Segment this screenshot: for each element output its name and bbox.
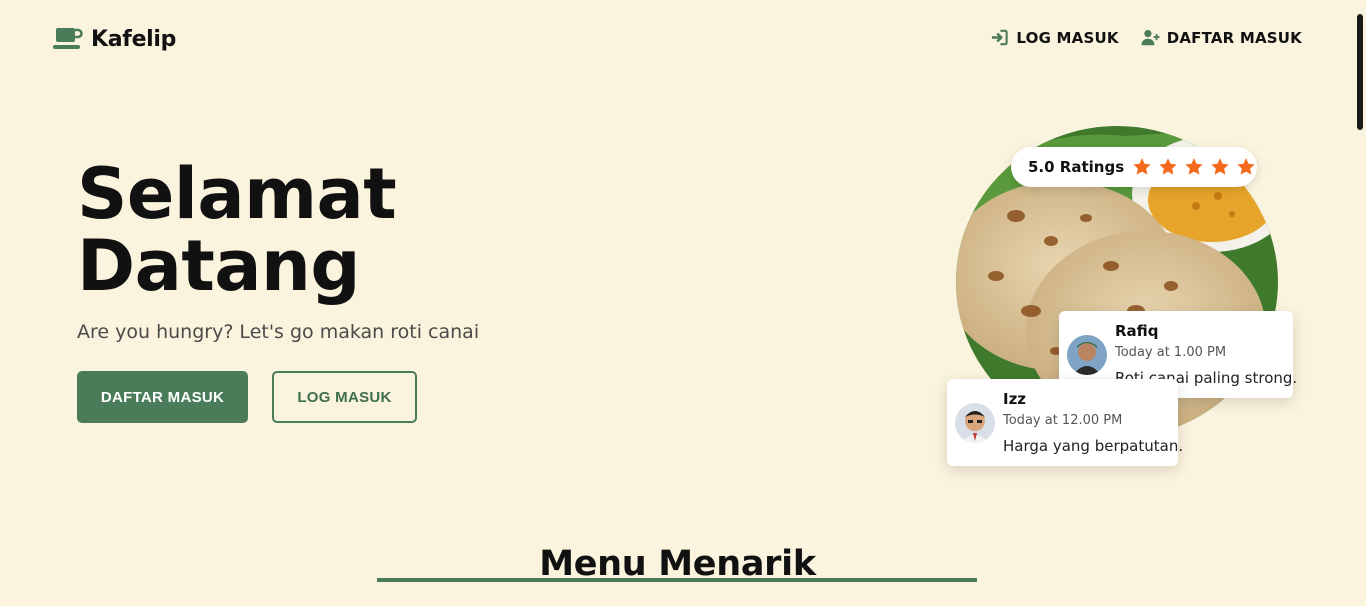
page-scrollbar[interactable]	[1352, 0, 1366, 606]
section-divider	[377, 578, 977, 582]
hero-subtitle: Are you hungry? Let's go makan roti cana…	[77, 321, 480, 343]
user-plus-icon	[1141, 29, 1160, 46]
reviewer-name: Izz	[1003, 390, 1027, 408]
scrollbar-thumb[interactable]	[1357, 14, 1363, 130]
brand-name: Kafelip	[91, 26, 177, 52]
nav-register-link[interactable]: DAFTAR MASUK	[1141, 28, 1302, 47]
review-time: Today at 1.00 PM	[1115, 345, 1227, 360]
star-rating	[1132, 157, 1256, 177]
star-icon	[1133, 158, 1151, 175]
login-button[interactable]: LOG MASUK	[272, 371, 417, 423]
star-icon	[1237, 158, 1255, 175]
star-icon	[1185, 158, 1203, 175]
nav-register-label: DAFTAR MASUK	[1166, 28, 1302, 47]
avatar	[1067, 335, 1107, 375]
nav-login-link[interactable]: LOG MASUK	[990, 28, 1118, 47]
review-card: Izz Today at 12.00 PM Harga yang berpatu…	[947, 379, 1183, 466]
sign-in-icon	[992, 29, 1009, 46]
nav-login-label: LOG MASUK	[1016, 28, 1119, 47]
review-time: Today at 12.00 PM	[1003, 413, 1123, 428]
coffee-cup-icon	[53, 28, 83, 49]
reviewer-name: Rafiq	[1115, 322, 1159, 340]
top-nav: LOG MASUK DAFTAR MASUK	[990, 28, 1302, 47]
star-icon	[1159, 158, 1177, 175]
register-button[interactable]: DAFTAR MASUK	[77, 371, 248, 423]
hero-title: Selamat Datang	[77, 158, 497, 302]
review-text: Harga yang berpatutan.	[1003, 437, 1184, 455]
hero-title-line1: Selamat	[77, 153, 397, 235]
ratings-badge: 5.0 Ratings	[1011, 147, 1257, 187]
brand-logo[interactable]: Kafelip	[53, 26, 176, 52]
ratings-label: 5.0 Ratings	[1028, 158, 1125, 176]
avatar	[955, 403, 995, 443]
star-icon	[1211, 158, 1229, 175]
hero-title-line2: Datang	[77, 225, 360, 307]
